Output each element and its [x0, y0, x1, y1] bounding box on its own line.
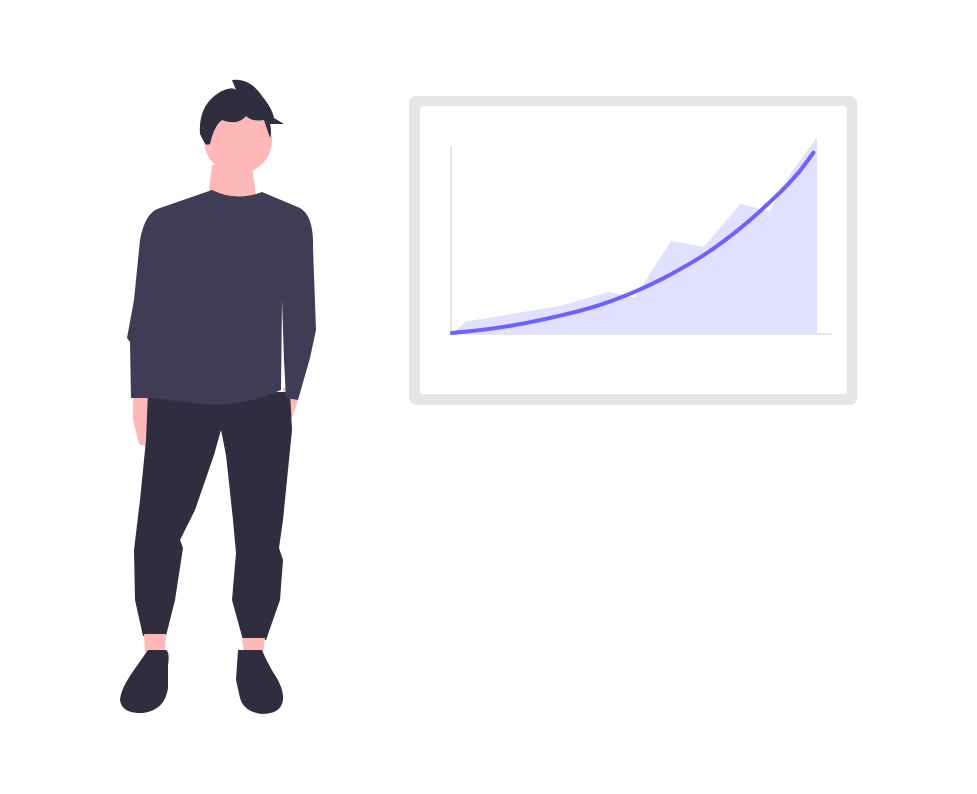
person-left-ankle [144, 634, 166, 652]
person-pants [134, 392, 292, 640]
person-left-shoe [120, 650, 169, 714]
chart-board [409, 96, 857, 405]
illustration [120, 79, 857, 714]
person-figure [120, 79, 316, 714]
person-shirt [127, 190, 316, 405]
person-right-shoe [236, 650, 284, 714]
